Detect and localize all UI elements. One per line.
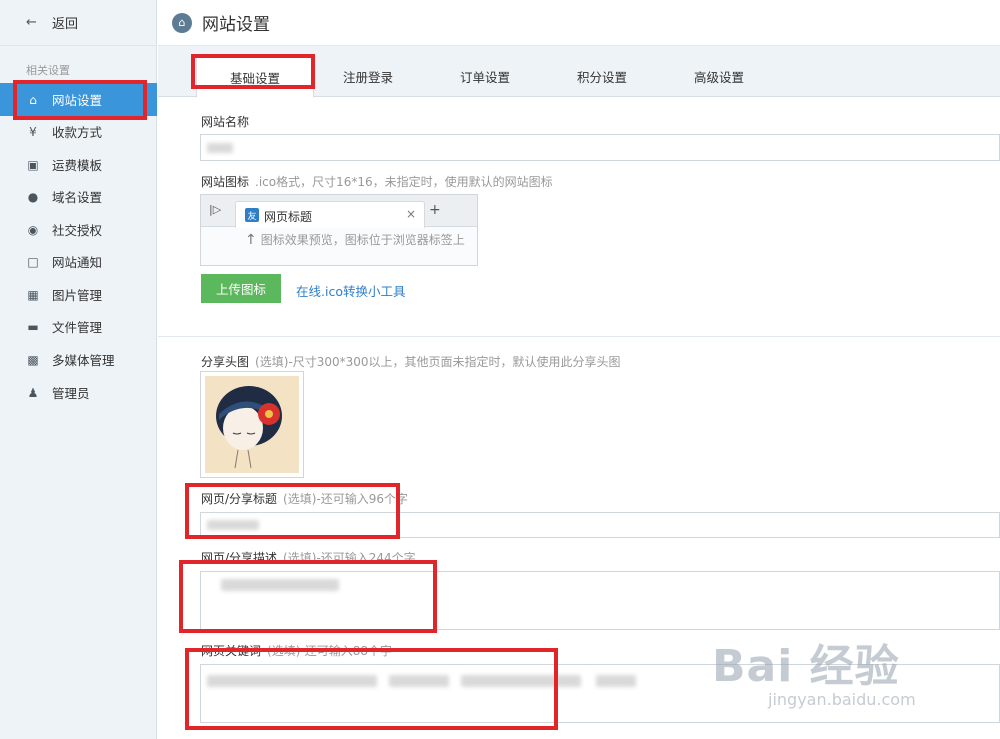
- portrait-illustration: [205, 376, 299, 473]
- tab-advanced-settings[interactable]: 高级设置: [660, 56, 778, 97]
- site-icon-hint: .ico格式，尺寸16*16，未指定时，使用默认的网站图标: [255, 175, 553, 189]
- sidebar-item-media[interactable]: ▩ 多媒体管理: [0, 343, 157, 376]
- sidebar-item-social-auth[interactable]: ◉ 社交授权: [0, 213, 157, 246]
- globe-icon: ●: [27, 189, 39, 204]
- message-icon: □: [27, 254, 39, 269]
- blurred-value: [596, 675, 636, 687]
- tab-scroll-icon: |▷: [209, 203, 222, 216]
- watermark-main: Bai 经验: [712, 641, 900, 692]
- ico-converter-link[interactable]: 在线.ico转换小工具: [296, 281, 405, 300]
- sidebar-item-files[interactable]: ▬ 文件管理: [0, 310, 157, 343]
- favicon-icon: 友: [245, 208, 259, 222]
- share-image-label-text: 分享头图: [201, 355, 250, 369]
- back-label: 返回: [52, 17, 79, 32]
- highlight-box: [191, 54, 315, 89]
- target-icon: ◉: [27, 222, 39, 237]
- home-icon: ⌂: [172, 12, 192, 33]
- media-icon: ▩: [27, 352, 39, 367]
- plus-icon: +: [429, 202, 441, 218]
- highlight-box: [179, 560, 437, 633]
- arrow-left-icon: ←: [26, 15, 37, 30]
- yen-shield-icon: ¥: [29, 124, 37, 139]
- sidebar-item-label: 收款方式: [52, 125, 103, 140]
- sidebar-item-admins[interactable]: ♟ 管理员: [0, 376, 157, 409]
- sidebar-item-label: 网站通知: [52, 255, 103, 270]
- truck-icon: ▣: [27, 157, 39, 172]
- divider: [158, 336, 1000, 337]
- tab-order-settings[interactable]: 订单设置: [426, 56, 544, 97]
- user-icon: ♟: [27, 385, 39, 400]
- share-image-thumbnail[interactable]: [200, 371, 304, 478]
- page-title: 网站设置: [202, 15, 270, 35]
- browser-tab-title: 网页标题: [264, 210, 313, 224]
- tab-points-settings[interactable]: 积分设置: [543, 56, 661, 97]
- highlight-box: [13, 80, 147, 120]
- sidebar-item-notifications[interactable]: □ 网站通知: [0, 245, 157, 278]
- favicon-preview: |▷ 友 网页标题 × + ↑ 图标效果预览，图标位于浏览器标签上: [200, 194, 478, 266]
- favicon-preview-hint: ↑ 图标效果预览，图标位于浏览器标签上: [245, 231, 465, 248]
- browser-tab: 友 网页标题 ×: [235, 201, 425, 228]
- upload-icon-button[interactable]: 上传图标: [201, 274, 281, 303]
- sidebar-item-label: 运费模板: [52, 158, 103, 173]
- folder-icon: ▬: [27, 319, 39, 334]
- section-label: 相关设置: [26, 64, 70, 77]
- sidebar-item-label: 域名设置: [52, 190, 103, 205]
- favicon-preview-hint-text: 图标效果预览，图标位于浏览器标签上: [260, 233, 465, 247]
- sidebar-item-domain[interactable]: ● 域名设置: [0, 180, 157, 213]
- highlight-box: [185, 483, 400, 539]
- highlight-box: [185, 648, 558, 730]
- site-icon-label-text: 网站图标: [201, 175, 250, 189]
- sidebar-item-label: 多媒体管理: [52, 353, 115, 368]
- site-icon-label: 网站图标 .ico格式，尺寸16*16，未指定时，使用默认的网站图标: [201, 173, 553, 190]
- sidebar-item-label: 管理员: [52, 386, 90, 401]
- arrow-up-icon: ↑: [245, 232, 257, 248]
- back-button[interactable]: ← 返回: [0, 0, 157, 46]
- page-header: ⌂ 网站设置: [158, 0, 1000, 46]
- image-icon: ▦: [27, 287, 39, 302]
- sidebar-item-images[interactable]: ▦ 图片管理: [0, 278, 157, 311]
- close-icon: ×: [405, 207, 416, 221]
- site-name-label: 网站名称: [201, 115, 250, 129]
- browser-tab-bar: |▷ 友 网页标题 × +: [201, 195, 477, 228]
- sidebar-item-label: 文件管理: [52, 320, 103, 335]
- share-image-hint: (选填)-尺寸300*300以上，其他页面未指定时，默认使用此分享头图: [255, 355, 621, 369]
- sidebar-item-shipping-template[interactable]: ▣ 运费模板: [0, 148, 157, 181]
- blurred-value: [207, 143, 233, 153]
- share-image-label: 分享头图 (选填)-尺寸300*300以上，其他页面未指定时，默认使用此分享头图: [201, 353, 621, 370]
- sidebar-item-label: 社交授权: [52, 223, 103, 238]
- site-name-input[interactable]: [200, 134, 1000, 161]
- tab-register-login[interactable]: 注册登录: [309, 56, 427, 97]
- baidu-watermark: Bai 经验 jingyan.baidu.com: [712, 630, 916, 709]
- sidebar-item-label: 图片管理: [52, 288, 103, 303]
